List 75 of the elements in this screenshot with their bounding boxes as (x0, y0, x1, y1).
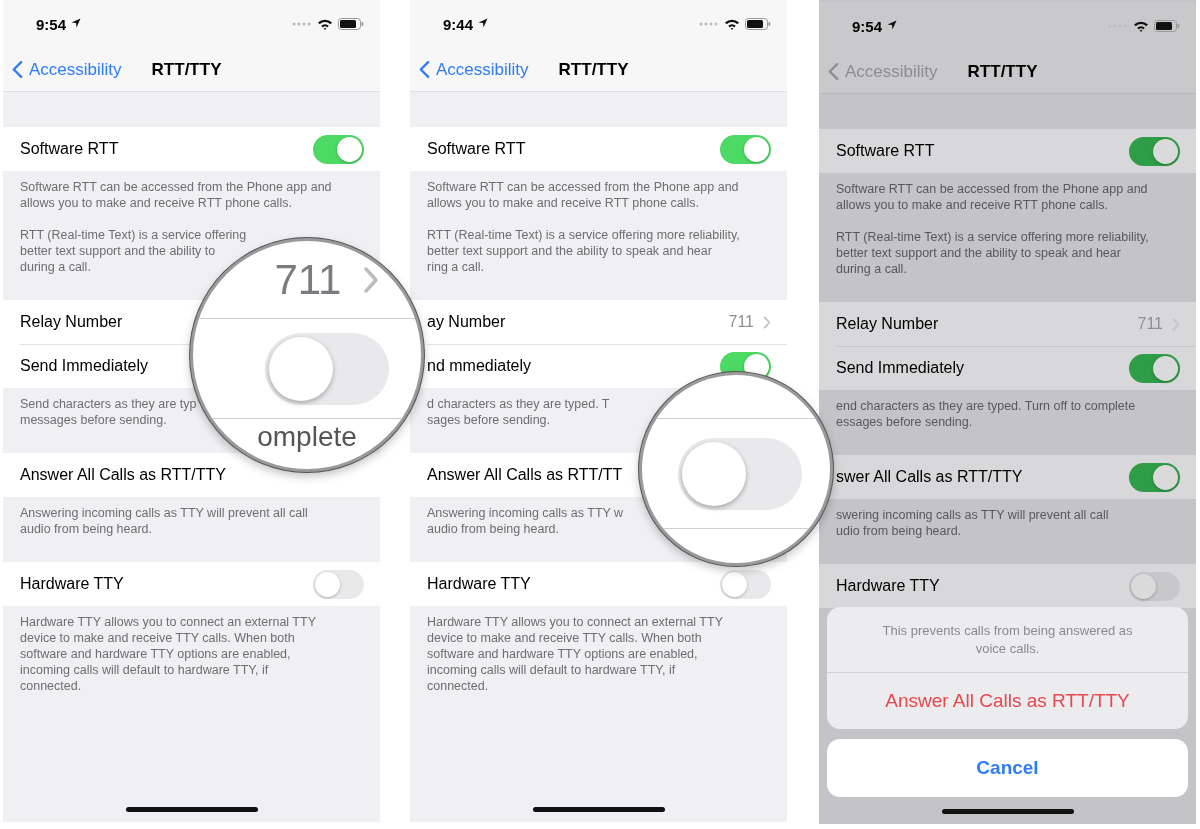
footer-text: end characters as they are typed. Turn off to complete essages before sending. (836, 398, 1136, 430)
battery-icon (1154, 20, 1180, 32)
location-arrow-icon (887, 20, 898, 30)
toggle-switch[interactable] (1129, 136, 1180, 166)
magnified-text: omplete (257, 421, 357, 453)
row-label: Send Immediately (836, 359, 966, 377)
chevron-right-icon (363, 265, 380, 294)
row-value: 711 (1137, 315, 1163, 333)
row-label: Answer All Calls as RTT/TT (427, 466, 624, 484)
screen-title: RTT/TTY (558, 59, 629, 80)
row-label: ay Number (427, 313, 507, 331)
footer-text: swering incoming calls as TTY will prevent all call udio from being heard. (836, 507, 1109, 539)
footer-text: RTT (Real-time Text) is a service offering more reliability, better text support and the ability to speak and hear during a call. (836, 229, 1149, 277)
row-label: Answer All Calls as RTT/TTY (20, 466, 227, 484)
row-label: Relay Number (20, 313, 124, 331)
row-label: Software RTT (427, 140, 527, 158)
row-label: Relay Number (836, 315, 940, 333)
footer-text: Software RTT can be accessed from the Phone app and allows you to make and receive RTT phone calls. (427, 179, 739, 211)
row-label: Send Immediately (20, 357, 150, 375)
back-button[interactable]: Accessibility (419, 59, 529, 80)
footer-text: Hardware TTY allows you to connect an external TTY device to make and receive TTY calls. When both software and hardware TTY options are enabled, incoming calls will default to hardware TTY, if connected. (20, 614, 316, 694)
row-label: Hardware TTY (836, 577, 941, 595)
settings-row[interactable]: Hardware TTY (3, 562, 380, 606)
settings-row[interactable]: Send Immediately (819, 346, 1196, 390)
footer-text: Software RTT can be accessed from the Phone app and allows you to make and receive RTT phone calls. (20, 179, 332, 211)
footer-text: Hardware TTY allows you to connect an external TTY device to make and receive TTY calls. When both software and hardware TTY options are enabled, incoming calls will default to hardware TTY, if connected. (427, 614, 723, 694)
signal-dots-icon (292, 22, 312, 26)
chevron-left-icon (419, 60, 430, 79)
toggle-switch[interactable] (1129, 571, 1180, 601)
magnified-value: 711 (274, 255, 342, 304)
signal-dots-icon (699, 22, 719, 26)
row-label: Hardware TTY (427, 575, 532, 593)
wifi-icon (724, 18, 740, 30)
chevron-left-icon (12, 60, 23, 79)
settings-row[interactable]: Software RTT (3, 127, 380, 171)
wifi-icon (1133, 20, 1149, 32)
row-label: nd mmediately (427, 357, 533, 375)
battery-icon (745, 18, 771, 30)
settings-row[interactable]: Relay Number 711 (819, 302, 1196, 346)
row-label: Software RTT (836, 142, 936, 160)
settings-row[interactable]: Hardware TTY (819, 564, 1196, 608)
sheet-message: This prevents calls from being answered as voice calls. (827, 607, 1188, 673)
footer-text: Answering incoming calls as TTY w audio from being heard. (427, 505, 624, 537)
status-time: 9:54 (852, 17, 883, 35)
footer-text: RTT (Real-time Text) is a service offering better text support and the ability to during a call. (20, 227, 247, 275)
status-time: 9:44 (443, 15, 474, 33)
location-arrow-icon (478, 18, 489, 28)
toggle-switch[interactable] (1129, 462, 1180, 492)
footer-text: RTT (Real-time Text) is a service offering more reliability, better text support and the ability to speak and hear ring a call. (427, 227, 740, 275)
battery-icon (338, 18, 364, 30)
back-button[interactable]: Accessibility (12, 59, 122, 80)
wifi-icon (317, 18, 333, 30)
status-time: 9:54 (36, 15, 67, 33)
settings-row[interactable]: Software RTT (819, 129, 1196, 173)
footer-text: Send characters as they are typ messages before sending. (20, 396, 197, 428)
toggle-switch[interactable] (720, 569, 771, 599)
toggle-switch[interactable] (1129, 353, 1180, 383)
footer-text: d characters as they are typed. T sages before sending. (427, 396, 610, 428)
toggle-switch[interactable] (313, 134, 364, 164)
row-value: 711 (728, 313, 754, 331)
screen-title: RTT/TTY (151, 59, 222, 80)
chevron-left-icon (828, 62, 839, 81)
footer-text: Software RTT can be accessed from the Phone app and allows you to make and receive RTT phone calls. (836, 181, 1148, 213)
row-label: Software RTT (20, 140, 120, 158)
toggle-switch[interactable] (720, 134, 771, 164)
row-label: swer All Calls as RTT/TTY (836, 468, 1024, 486)
cancel-button[interactable]: Cancel (827, 739, 1188, 797)
chevron-right-icon (763, 315, 771, 329)
toggle-switch[interactable] (313, 569, 364, 599)
location-arrow-icon (71, 18, 82, 28)
settings-row[interactable]: Hardware TTY (410, 562, 787, 606)
screen-title: RTT/TTY (967, 61, 1038, 82)
settings-row[interactable]: Software RTT (410, 127, 787, 171)
row-label: Hardware TTY (20, 575, 125, 593)
footer-text: Answering incoming calls as TTY will prevent all call audio from being heard. (20, 505, 308, 537)
